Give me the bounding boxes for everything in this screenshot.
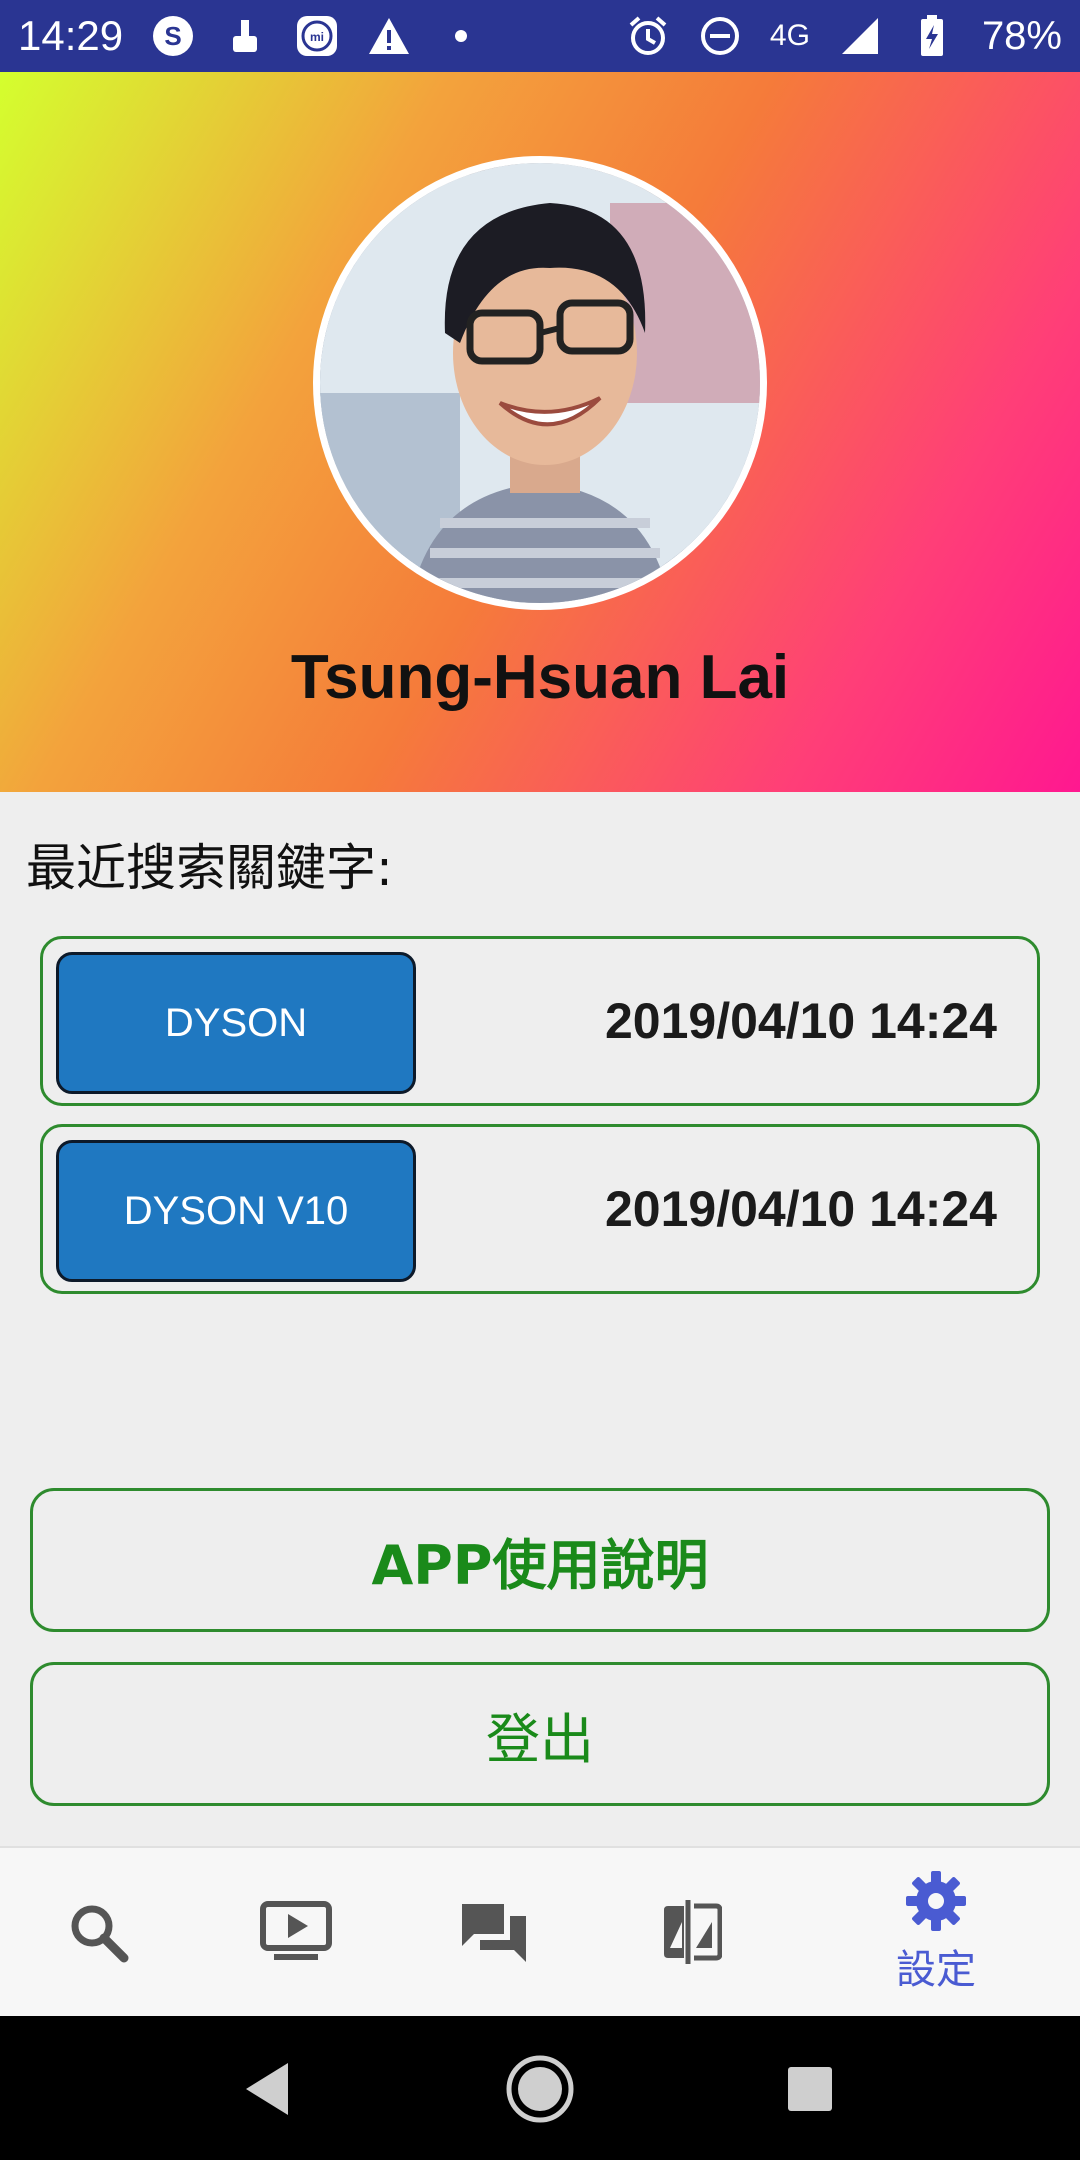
svg-text:mi: mi <box>310 30 324 44</box>
bottom-nav: 設定 <box>0 1846 1080 2016</box>
nav-search[interactable] <box>18 1848 178 2016</box>
warning-icon <box>367 14 411 58</box>
search-history-item: DYSON 2019/04/10 14:24 <box>40 936 1040 1106</box>
svg-text:S: S <box>164 21 181 51</box>
logout-button[interactable]: 登出 <box>30 1662 1050 1806</box>
app-screen: 14:29 S mi 4G 78% Tsung-Hsuan Lai 最近搜索關鍵… <box>0 0 1080 2160</box>
avatar[interactable] <box>313 156 767 610</box>
recents-icon <box>788 2067 832 2111</box>
broom-icon <box>223 14 267 58</box>
chat-icon <box>462 1904 526 1962</box>
keyword-button[interactable]: DYSON <box>56 952 416 1094</box>
compare-icon <box>664 1900 722 1964</box>
nav-video[interactable] <box>216 1848 376 2016</box>
nav-settings-label: 設定 <box>896 1947 976 1993</box>
dot-icon <box>439 14 483 58</box>
status-bar: 14:29 S mi 4G 78% <box>0 0 1080 72</box>
recents-button[interactable] <box>775 2054 845 2124</box>
s-icon: S <box>151 14 195 58</box>
signal-icon <box>838 14 882 58</box>
mi-icon: mi <box>295 14 339 58</box>
dnd-icon <box>698 14 742 58</box>
alarm-icon <box>626 14 670 58</box>
network-type: 4G <box>769 19 810 52</box>
nav-settings[interactable]: 設定 <box>856 1848 1016 2016</box>
avatar-image <box>320 163 760 603</box>
video-icon <box>260 1901 332 1960</box>
battery-charging-icon <box>910 14 954 58</box>
keyword-button[interactable]: DYSON V10 <box>56 1140 416 1282</box>
search-icon <box>71 1905 129 1963</box>
battery-percent: 78% <box>981 13 1062 58</box>
system-nav-bar <box>0 2016 1080 2160</box>
back-button[interactable] <box>232 2054 302 2124</box>
nav-chat[interactable] <box>414 1848 574 2016</box>
search-time: 2019/04/10 14:24 <box>604 1181 997 1237</box>
back-icon <box>246 2063 288 2115</box>
status-right: 4G 78% <box>626 14 1062 59</box>
gear-icon <box>906 1871 966 1931</box>
recent-search-title: 最近搜索關鍵字: <box>26 839 393 897</box>
home-button[interactable] <box>505 2054 575 2124</box>
status-time: 14:29 <box>18 12 124 59</box>
app-help-button[interactable]: APP使用說明 <box>30 1488 1050 1632</box>
profile-header: Tsung-Hsuan Lai <box>0 72 1080 792</box>
profile-name: Tsung-Hsuan Lai <box>290 643 790 712</box>
search-history-item: DYSON V10 2019/04/10 14:24 <box>40 1124 1040 1294</box>
nav-compare[interactable] <box>612 1848 772 2016</box>
home-icon <box>506 2055 574 2123</box>
search-time: 2019/04/10 14:24 <box>604 993 997 1049</box>
status-left: 14:29 S mi <box>18 12 483 60</box>
